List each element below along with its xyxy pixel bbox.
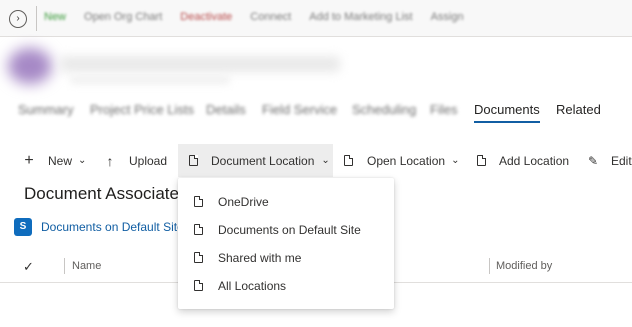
document-icon — [189, 155, 198, 166]
tab-field-service[interactable]: Field Service — [262, 102, 337, 117]
add-location-label: Add Location — [499, 153, 570, 168]
tab-summary[interactable]: Summary — [18, 102, 74, 117]
column-divider — [64, 258, 65, 274]
active-tab-indicator — [474, 121, 540, 123]
tab-scheduling[interactable]: Scheduling — [352, 102, 416, 117]
command-assign[interactable]: Assign — [431, 11, 464, 23]
blurred-commands: New Open Org Chart Deactivate Connect Ad… — [44, 11, 464, 23]
chevron-down-icon: ⌄ — [451, 155, 460, 166]
edit-label: Edit — [611, 153, 632, 168]
column-divider — [489, 258, 490, 274]
command-open-org-chart[interactable]: Open Org Chart — [84, 11, 162, 23]
documents-ribbon: + New ⌄ ↑ Upload Document Location ⌄ Ope… — [0, 144, 632, 177]
command-connect[interactable]: Connect — [250, 11, 291, 23]
sharepoint-icon: S — [14, 218, 32, 236]
avatar — [8, 48, 52, 84]
section-title: Document Associate — [24, 184, 179, 203]
menu-item-label: Shared with me — [218, 251, 302, 265]
chevron-down-icon: ⌄ — [321, 155, 330, 166]
chevron-right-icon[interactable]: › — [9, 10, 27, 28]
tab-details[interactable]: Details — [206, 102, 246, 117]
chevron-down-icon: ⌄ — [78, 155, 87, 166]
open-location-button[interactable]: Open Location ⌄ — [344, 144, 459, 177]
document-icon — [194, 280, 203, 291]
add-location-button[interactable]: Add Location — [477, 144, 569, 177]
record-subtitle-blurred — [70, 76, 230, 84]
menu-item-label: Documents on Default Site — [218, 223, 361, 237]
document-icon — [194, 196, 203, 207]
tab-related[interactable]: Related — [556, 102, 601, 117]
command-bar: › New Open Org Chart Deactivate Connect … — [0, 0, 632, 37]
tab-files[interactable]: Files — [430, 102, 457, 117]
menu-item-documents-on-default-site[interactable]: Documents on Default Site — [178, 216, 394, 244]
document-location-button[interactable]: Document Location ⌄ — [178, 144, 333, 177]
document-icon — [477, 155, 486, 166]
column-header-name[interactable]: Name — [72, 260, 101, 272]
menu-item-shared-with-me[interactable]: Shared with me — [178, 244, 394, 272]
edit-button[interactable]: ✎ Edit — [587, 144, 632, 177]
divider — [36, 6, 37, 31]
document-icon — [194, 224, 203, 235]
upload-label: Upload — [129, 153, 168, 168]
new-button[interactable]: + New ⌄ — [22, 144, 86, 177]
column-header-modified-by[interactable]: Modified by — [496, 260, 552, 272]
command-add-to-marketing-list[interactable]: Add to Marketing List — [309, 11, 412, 23]
folder-document-icon — [344, 155, 353, 166]
plus-icon: + — [24, 151, 34, 169]
checkmark-icon[interactable]: ✓ — [23, 259, 34, 275]
new-label: New — [48, 153, 73, 168]
menu-item-label: All Locations — [218, 279, 287, 293]
document-icon — [194, 252, 203, 263]
menu-item-onedrive[interactable]: OneDrive — [178, 188, 394, 216]
upload-button[interactable]: ↑ Upload — [104, 144, 168, 177]
pencil-icon: ✎ — [587, 153, 599, 168]
document-location-menu: OneDrive Documents on Default Site Share… — [178, 178, 394, 309]
menu-item-label: OneDrive — [218, 195, 269, 209]
record-title-blurred — [60, 56, 340, 72]
tab-project-price-lists[interactable]: Project Price Lists — [90, 102, 194, 117]
open-location-label: Open Location — [367, 153, 446, 168]
document-location-label: Document Location — [211, 153, 315, 168]
command-deactivate[interactable]: Deactivate — [180, 11, 232, 23]
menu-item-all-locations[interactable]: All Locations — [178, 272, 394, 300]
command-new[interactable]: New — [44, 11, 66, 23]
upload-arrow-icon: ↑ — [106, 152, 114, 169]
tab-documents[interactable]: Documents — [474, 102, 540, 117]
document-location-link[interactable]: Documents on Default Site — [41, 220, 184, 234]
